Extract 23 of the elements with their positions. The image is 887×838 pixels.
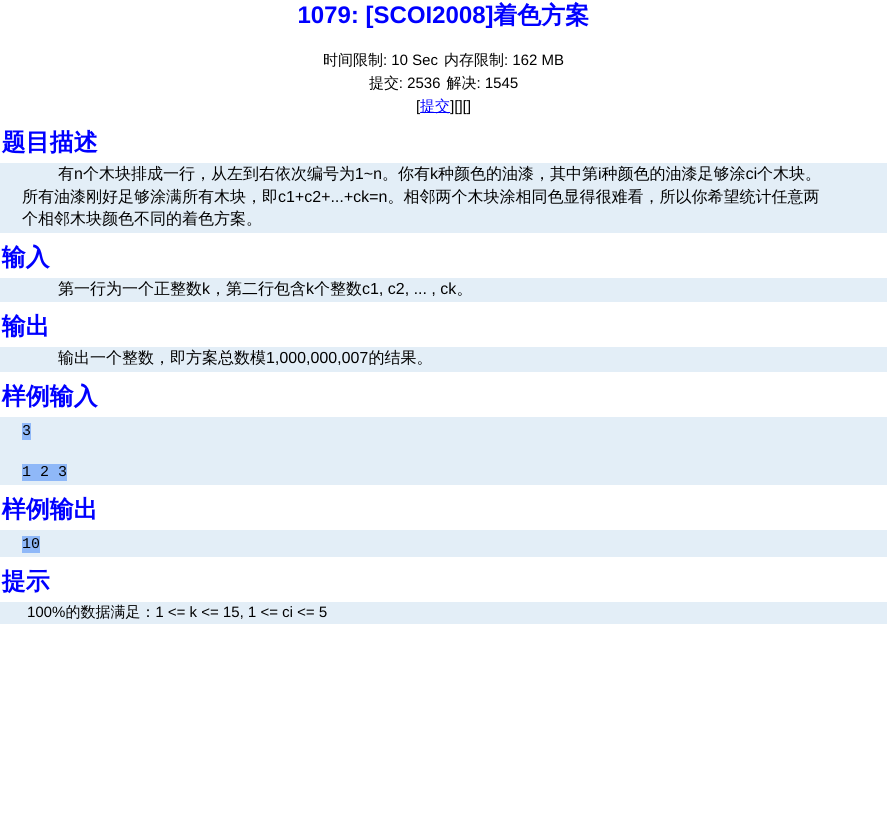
hint-text: 100%的数据满足：1 <= k <= 15, 1 <= ci <= 5 — [27, 602, 328, 623]
submissions-text: 提交: 2536 — [368, 75, 440, 92]
description-text: 第一行为一个正整数k，第二行包含k个整数c1, c2, ... , ck。 — [57, 280, 474, 300]
description-text: 个相邻木块颜色不同的着色方案。 — [22, 209, 263, 230]
section-heading: 样例输出 — [0, 496, 99, 525]
sample-text: 1 2 3 — [22, 464, 68, 481]
section-heading: 输入 — [0, 244, 51, 273]
time-limit-text: 时间限制: 10 Sec — [322, 52, 438, 69]
memory-limit-text: 内存限制: 162 MB — [444, 52, 564, 69]
section-heading: 输出 — [0, 313, 51, 342]
description-text: 输出一个整数，即方案总数模1,000,000,007的结果。 — [57, 348, 434, 370]
bracket-text: [ — [416, 98, 420, 115]
submit-link[interactable]: 提交 — [420, 98, 450, 115]
sample-text: 3 — [22, 422, 32, 440]
bracket-links-text: ][][] — [450, 98, 471, 115]
sample-text: 10 — [22, 536, 40, 553]
section-heading: 题目描述 — [0, 129, 99, 158]
description-text: 所有油漆刚好足够涂满所有木块，即c1+c2+...+ck=n。相邻两个木块涂相同色显得很难看，所以你希望统计任意两 — [22, 188, 820, 208]
description-text: 有n个木块排成一行，从左到右依次编号为1~n。你有k种颜色的油漆，其中第i种颜色的油漆足够涂ci个木块。 — [57, 164, 822, 185]
solved-text: 解决: 1545 — [446, 75, 518, 92]
section-heading: 提示 — [0, 568, 51, 597]
section-heading: 样例输入 — [0, 382, 99, 412]
problem-title: 1079: [SCOI2008]着色方案 — [296, 0, 591, 30]
